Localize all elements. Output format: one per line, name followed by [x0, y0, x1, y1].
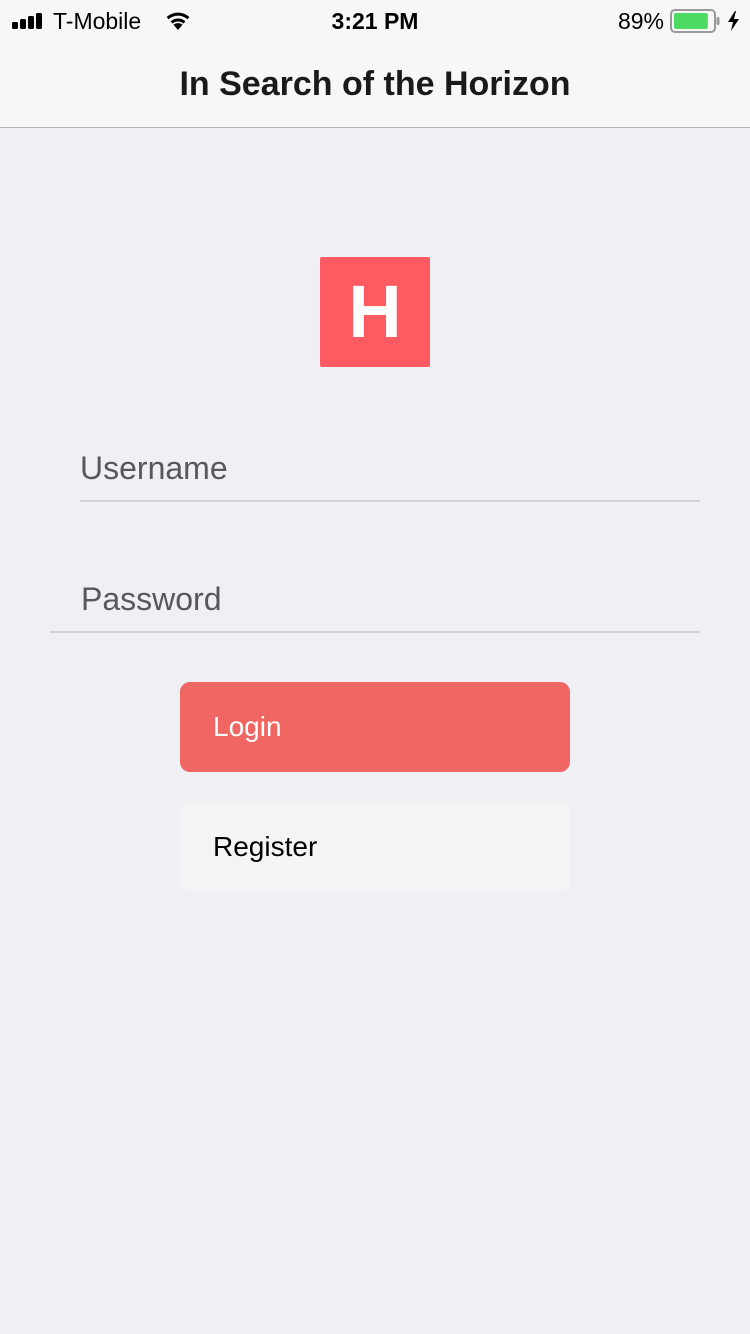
- register-button[interactable]: Register: [180, 802, 570, 891]
- username-input[interactable]: [80, 440, 700, 496]
- navigation-bar: In Search of the Horizon: [0, 40, 750, 128]
- username-field: [80, 440, 700, 502]
- status-bar: T-Mobile 3:21 PM 89%: [0, 0, 750, 40]
- password-field: [50, 571, 700, 633]
- app-logo: H: [320, 257, 430, 367]
- page-title: In Search of the Horizon: [179, 65, 571, 103]
- charging-bolt-icon: [728, 11, 739, 31]
- battery-percent: 89%: [617, 8, 664, 34]
- password-input[interactable]: [50, 571, 700, 627]
- battery-icon: [670, 9, 720, 33]
- login-button[interactable]: Login: [180, 682, 570, 772]
- app-logo-letter: H: [348, 270, 402, 353]
